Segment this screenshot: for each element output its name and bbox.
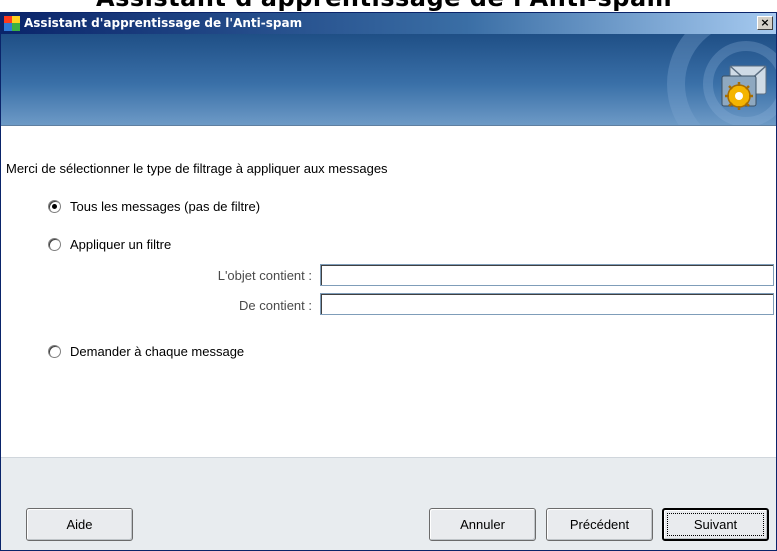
subject-contains-input[interactable] (320, 264, 774, 286)
avg-logo-icon (4, 16, 20, 31)
wizard-content: Merci de sélectionner le type de filtrag… (1, 127, 776, 457)
email-settings-icon (721, 65, 767, 110)
cancel-button[interactable]: Annuler (429, 508, 536, 541)
help-button[interactable]: Aide (26, 508, 133, 541)
option-all-messages-label[interactable]: Tous les messages (pas de filtre) (70, 199, 260, 214)
cropped-heading-text: Assistant d'apprentissage de l'Anti-spam (96, 0, 672, 12)
previous-button[interactable]: Précédent (546, 508, 653, 541)
cropped-page-heading: Assistant d'apprentissage de l'Anti-spam (0, 0, 777, 12)
from-contains-input[interactable] (320, 293, 774, 315)
option-ask-each-message-label[interactable]: Demander à chaque message (70, 344, 244, 359)
option-ask-each-message[interactable]: Demander à chaque message (48, 344, 244, 359)
instruction-text: Merci de sélectionner le type de filtrag… (6, 161, 388, 176)
next-button[interactable]: Suivant (662, 508, 769, 541)
option-apply-filter[interactable]: Appliquer un filtre (48, 237, 171, 252)
subject-contains-label: L'objet contient : (217, 268, 312, 283)
radio-ask-each-message[interactable] (48, 345, 61, 358)
wizard-window: Assistant d'apprentissage de l'Anti-spam… (0, 12, 777, 551)
close-icon[interactable]: × (757, 16, 773, 30)
radio-all-messages[interactable] (48, 200, 61, 213)
cancel-button-label: Annuler (460, 517, 505, 532)
button-bar: Aide Annuler Précédent Suivant (1, 457, 776, 550)
option-all-messages[interactable]: Tous les messages (pas de filtre) (48, 199, 260, 214)
header-banner (1, 34, 776, 126)
previous-button-label: Précédent (569, 517, 630, 532)
from-contains-label: De contient : (239, 298, 312, 313)
help-button-label: Aide (66, 517, 93, 532)
next-button-label: Suivant (693, 517, 738, 532)
title-bar[interactable]: Assistant d'apprentissage de l'Anti-spam… (1, 13, 776, 34)
option-apply-filter-label[interactable]: Appliquer un filtre (70, 237, 171, 252)
window-title: Assistant d'apprentissage de l'Anti-spam (24, 16, 303, 30)
radio-apply-filter[interactable] (48, 238, 61, 251)
